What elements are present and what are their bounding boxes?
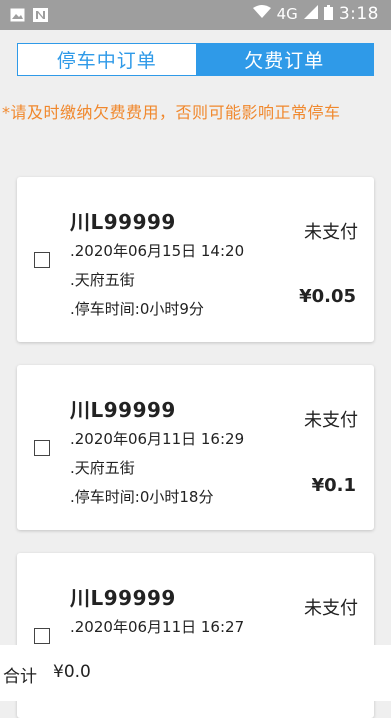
payment-status: 未支付 xyxy=(304,410,358,431)
total-bar: 合计 ¥0.0 xyxy=(0,645,391,701)
order-checkbox[interactable] xyxy=(34,252,50,268)
order-location: .天府五街 xyxy=(70,459,135,477)
battery-icon xyxy=(323,4,333,24)
total-amount: ¥0.0 xyxy=(53,662,91,682)
order-amount: ¥0.05 xyxy=(299,286,356,307)
arrears-notice: *请及时缴纳欠费费用，否则可能影响正常停车 xyxy=(2,103,341,122)
status-bar: 4G 3:18 xyxy=(0,0,391,30)
order-checkbox[interactable] xyxy=(34,628,50,644)
total-label: 合计 xyxy=(3,667,37,687)
payment-status: 未支付 xyxy=(304,222,358,243)
gallery-icon xyxy=(10,7,25,26)
tab-parking-orders[interactable]: 停车中订单 xyxy=(18,44,196,75)
order-tabs: 停车中订单 欠费订单 xyxy=(17,43,374,76)
notification-n-icon xyxy=(33,7,48,26)
plate-number: 川L99999 xyxy=(70,210,176,234)
order-checkbox[interactable] xyxy=(34,440,50,456)
order-time: .2020年06月11日 16:29 xyxy=(70,430,245,448)
network-type: 4G xyxy=(276,5,298,23)
order-amount: ¥0.1 xyxy=(311,475,356,496)
wifi-icon xyxy=(252,5,271,23)
plate-number: 川L99999 xyxy=(70,586,176,610)
signal-icon xyxy=(303,5,318,23)
order-time: .2020年06月15日 14:20 xyxy=(70,242,245,260)
parking-duration: .停车时间:0小时9分 xyxy=(70,300,204,318)
order-time: .2020年06月11日 16:27 xyxy=(70,618,245,636)
order-card[interactable]: 川L99999 .2020年06月11日 16:29 .天府五街 .停车时间:0… xyxy=(17,365,374,530)
tab-arrears-orders[interactable]: 欠费订单 xyxy=(195,44,373,75)
parking-duration: .停车时间:0小时18分 xyxy=(70,488,214,506)
order-location: .天府五街 xyxy=(70,271,135,289)
payment-status: 未支付 xyxy=(304,598,358,619)
clock: 3:18 xyxy=(338,4,379,24)
order-card[interactable]: 川L99999 .2020年06月15日 14:20 .天府五街 .停车时间:0… xyxy=(17,177,374,342)
plate-number: 川L99999 xyxy=(70,398,176,422)
